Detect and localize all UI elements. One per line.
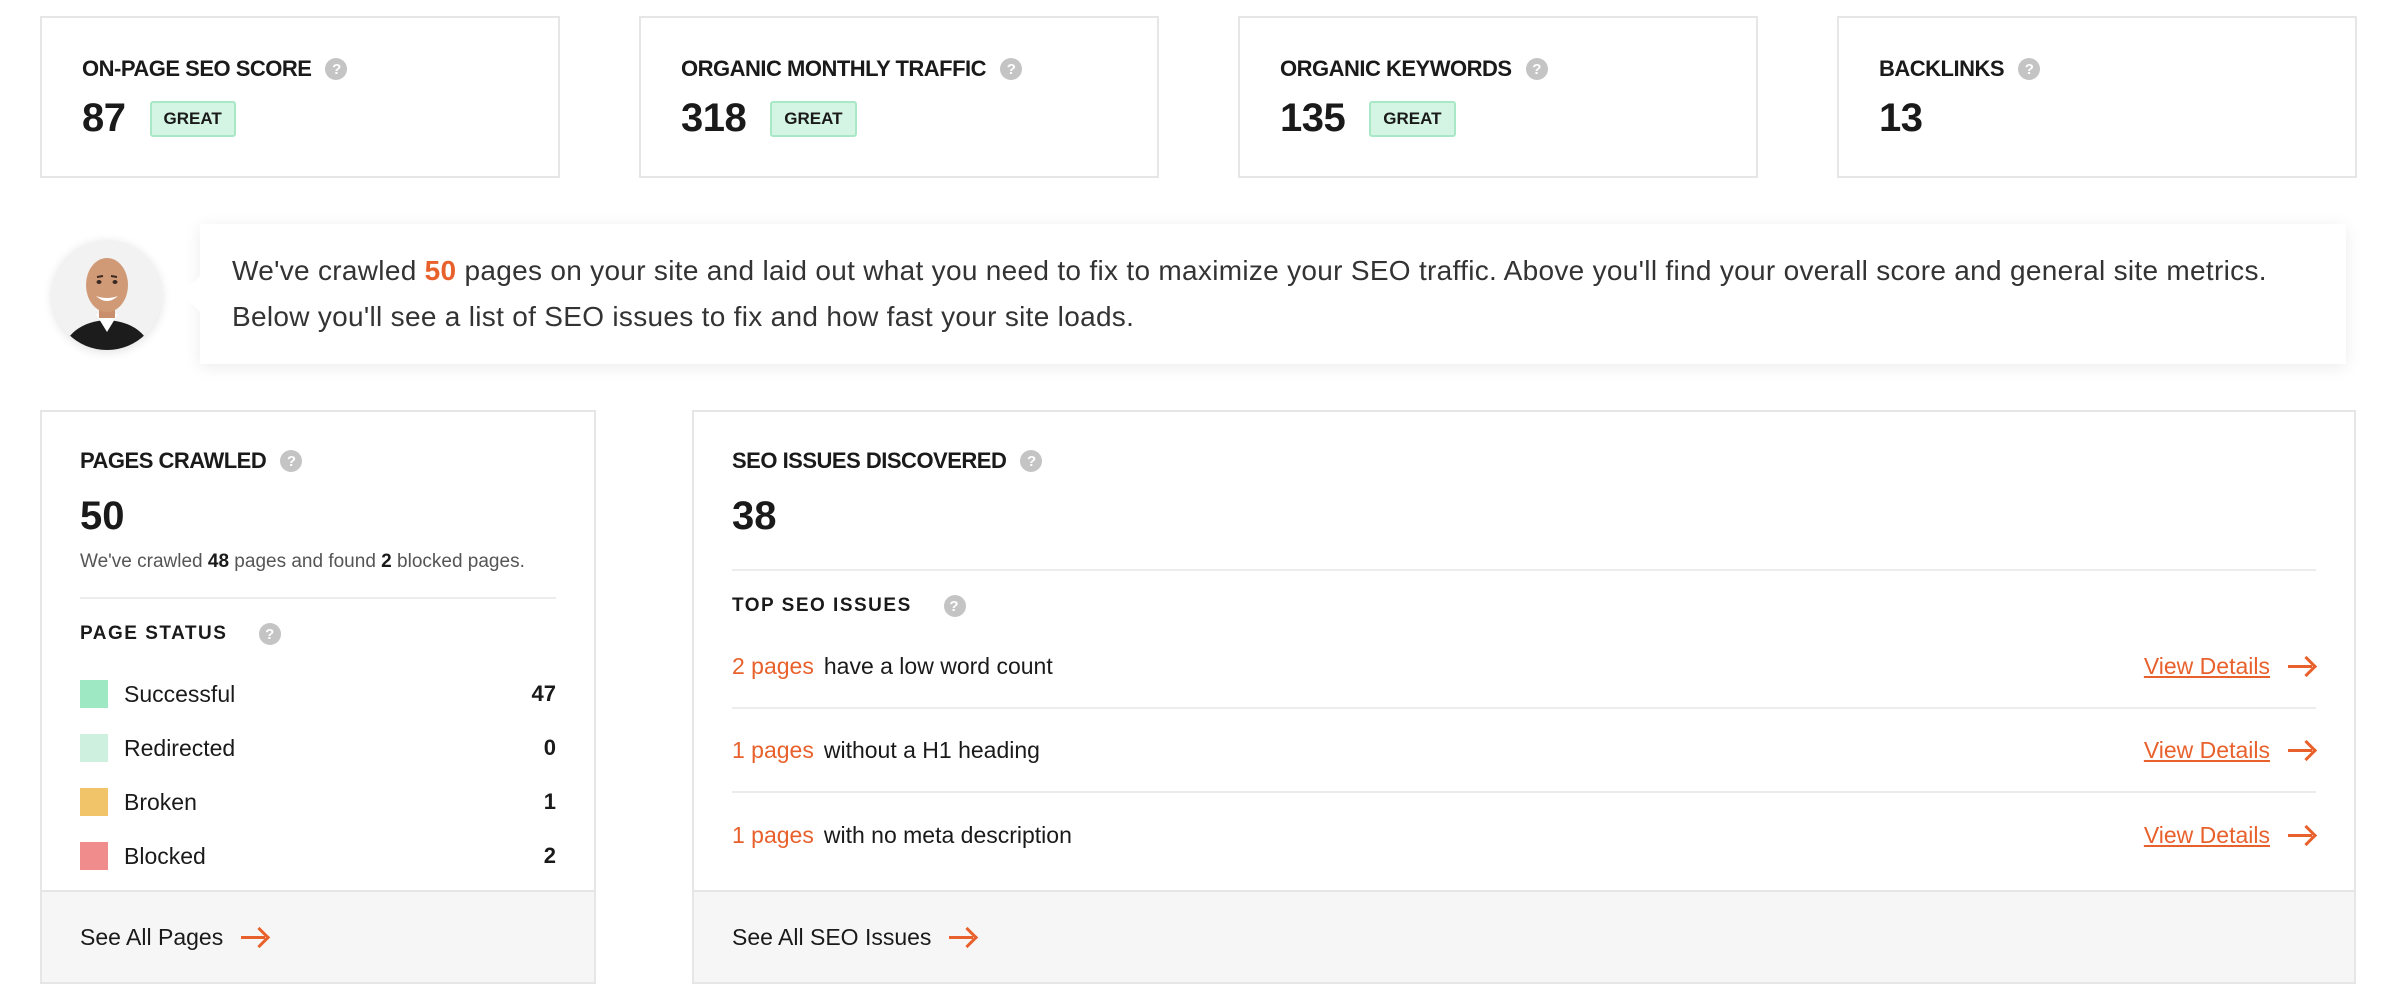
status-row-broken: Broken 1 — [80, 775, 556, 829]
help-icon[interactable]: ? — [325, 58, 348, 80]
legend-swatch — [80, 788, 108, 816]
avatar — [52, 240, 162, 350]
crawl-summary-message: We've crawled 50 pages on your site and … — [182, 224, 2346, 364]
issue-row: 1 pages with no meta description View De… — [732, 793, 2316, 877]
page-status-list: Successful 47 Redirected 0 Broken 1 Bloc… — [80, 667, 556, 883]
page-status-title: PAGE STATUS — [80, 623, 228, 644]
status-row-redirected: Redirected 0 — [80, 721, 556, 775]
status-row-successful: Successful 47 — [80, 667, 556, 721]
see-all-pages-link[interactable]: See All Pages — [42, 890, 594, 982]
issue-count: 1 pages — [732, 821, 814, 848]
arrow-right-icon — [949, 927, 977, 947]
metric-label: BACKLINKS — [1879, 56, 2005, 81]
issue-description: without a H1 heading — [823, 736, 1040, 763]
help-icon[interactable]: ? — [2018, 58, 2041, 80]
arrow-right-icon — [2288, 656, 2316, 676]
metric-value: 135 — [1280, 96, 1346, 140]
divider — [80, 597, 556, 599]
divider — [732, 569, 2316, 571]
legend-swatch — [80, 680, 108, 708]
legend-swatch — [80, 842, 108, 870]
view-details-link[interactable]: View Details — [2144, 653, 2316, 680]
pages-crawled-value: 50 — [80, 494, 125, 538]
status-badge: GREAT — [149, 100, 236, 137]
help-icon[interactable]: ? — [1020, 450, 1043, 472]
metric-value: 87 — [82, 96, 126, 140]
arrow-right-icon — [2288, 740, 2316, 760]
metric-card-backlinks: BACKLINKS ? 13 — [1837, 16, 2357, 178]
section-title: SEO ISSUES DISCOVERED — [732, 448, 1007, 473]
issue-row: 1 pages without a H1 heading View Detail… — [732, 709, 2316, 793]
arrow-right-icon — [241, 927, 269, 947]
pages-crawled-summary: We've crawled 48 pages and found 2 block… — [80, 551, 525, 572]
seo-issues-card: SEO ISSUES DISCOVERED ? 38 TOP SEO ISSUE… — [692, 410, 2356, 984]
section-title: PAGES CRAWLED — [80, 448, 267, 473]
status-row-blocked: Blocked 2 — [80, 829, 556, 883]
help-icon[interactable]: ? — [943, 595, 966, 617]
help-icon[interactable]: ? — [259, 623, 282, 645]
status-badge: GREAT — [1369, 100, 1456, 137]
see-all-seo-issues-link[interactable]: See All SEO Issues — [694, 890, 2354, 982]
metric-value: 318 — [681, 96, 747, 140]
arrow-right-icon — [2288, 825, 2316, 845]
issue-description: with no meta description — [823, 821, 1072, 848]
issue-description: have a low word count — [823, 652, 1053, 679]
help-icon[interactable]: ? — [1000, 58, 1023, 80]
metric-card-organic-traffic: ORGANIC MONTHLY TRAFFIC ? 318 GREAT — [639, 16, 1159, 178]
metric-card-organic-keywords: ORGANIC KEYWORDS ? 135 GREAT — [1238, 16, 1758, 178]
pages-crawled-card: PAGES CRAWLED ? 50 We've crawled 48 page… — [40, 410, 596, 984]
status-badge: GREAT — [770, 100, 857, 137]
metric-label: ORGANIC MONTHLY TRAFFIC — [681, 56, 987, 81]
help-icon[interactable]: ? — [1525, 58, 1548, 80]
metric-card-seo-score: ON-PAGE SEO SCORE ? 87 GREAT — [40, 16, 560, 178]
view-details-link[interactable]: View Details — [2144, 822, 2316, 849]
crawled-pages-highlight: 50 — [424, 255, 457, 286]
metric-label: ON-PAGE SEO SCORE — [82, 56, 312, 81]
issue-count: 2 pages — [732, 652, 814, 679]
legend-swatch — [80, 734, 108, 762]
help-icon[interactable]: ? — [280, 450, 303, 472]
metric-label: ORGANIC KEYWORDS — [1280, 56, 1512, 81]
issue-row: 2 pages have a low word count View Detai… — [732, 625, 2316, 709]
view-details-link[interactable]: View Details — [2144, 737, 2316, 764]
issue-count: 1 pages — [732, 736, 814, 763]
seo-issues-value: 38 — [732, 494, 777, 538]
top-seo-issues-title: TOP SEO ISSUES — [732, 595, 912, 616]
seo-issue-list: 2 pages have a low word count View Detai… — [732, 625, 2316, 877]
metric-value: 13 — [1879, 96, 1923, 140]
person-avatar-icon — [52, 240, 162, 350]
